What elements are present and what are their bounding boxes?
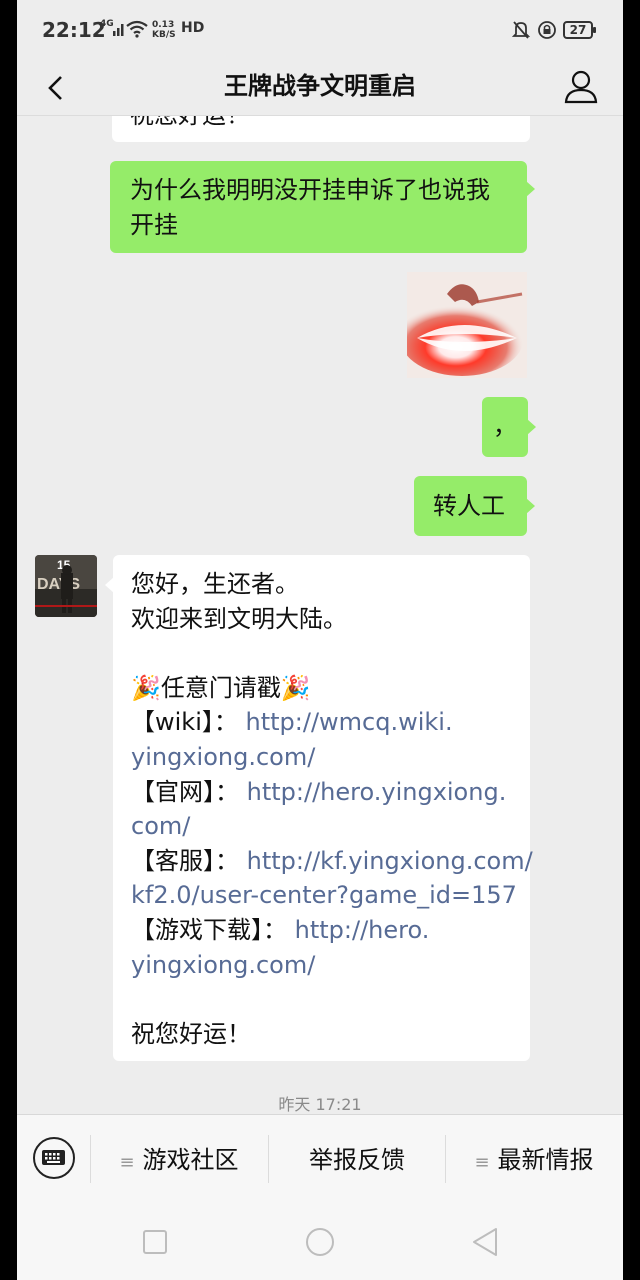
wiki-label: 【wiki】：	[131, 708, 238, 737]
cs-label: 【客服】：	[131, 846, 239, 875]
speed-value: 0.13	[152, 20, 175, 30]
reply-site-line-2: com/	[131, 809, 512, 844]
reply-closing: 祝您好运！	[131, 1019, 251, 1048]
download-label: 【游戏下载】：	[131, 915, 287, 944]
reply-cs-line: 【客服】： http://kf.yingxiong.com/	[131, 844, 533, 879]
system-navigation-bar	[17, 1204, 623, 1280]
official-site-link-cont[interactable]: com/	[131, 812, 190, 840]
back-triangle-icon[interactable]	[465, 1222, 505, 1262]
download-link-cont[interactable]: yingxiong.com/	[131, 951, 315, 979]
reply-wiki-line: 【wiki】： http://wmcq.wiki.	[131, 705, 512, 740]
wifi-icon	[126, 20, 148, 38]
reply-cs-line-2: kf2.0/user-center?game_id=157	[131, 878, 517, 913]
keyboard-icon	[42, 1150, 65, 1165]
submenu-icon: ≡	[119, 1152, 135, 1173]
avatar[interactable]: 15 DAYS	[35, 555, 97, 617]
reply-line: 您好，生还者。	[131, 570, 299, 598]
reply-dl-line: 【游戏下载】： http://hero.	[131, 913, 512, 948]
message-text-line: 开挂	[130, 211, 178, 239]
status-time: 22:12	[42, 18, 106, 42]
reply-line: 🎉任意门请戳🎉	[131, 673, 311, 702]
message-text: ，	[493, 412, 517, 440]
customer-service-link[interactable]: http://kf.yingxiong.com/	[247, 847, 533, 875]
network-speed: 0.13 KB/S	[152, 20, 176, 40]
status-bar: 22:12 4G 0.13 KB/S HD 27	[17, 0, 623, 60]
page-title: 王牌战争文明重启	[224, 72, 416, 100]
menu-label: 举报反馈	[309, 1146, 405, 1174]
battery-indicator: 27	[563, 21, 596, 39]
official-account-menu: ≡ 游戏社区 举报反馈 ≡ 最新情报	[17, 1114, 623, 1204]
rotation-lock-icon	[538, 21, 556, 39]
reply-line: 欢迎来到文明大陆。	[131, 604, 347, 633]
sent-sticker-image[interactable]	[407, 272, 527, 378]
download-link[interactable]: http://hero.	[295, 916, 430, 944]
wiki-link-cont[interactable]: yingxiong.com/	[131, 743, 315, 771]
menu-latest-news[interactable]: ≡ 最新情报	[446, 1135, 622, 1185]
back-icon[interactable]	[37, 68, 77, 108]
message-text-line: 为什么我明明没开挂申诉了也说我	[130, 176, 490, 204]
network-type: 4G	[100, 19, 114, 29]
hd-badge: HD	[181, 20, 205, 36]
official-site-link[interactable]: http://hero.yingxiong.	[247, 778, 507, 806]
wiki-link[interactable]: http://wmcq.wiki.	[246, 708, 453, 736]
recent-apps-icon[interactable]	[135, 1222, 175, 1262]
user-icon[interactable]	[561, 66, 601, 106]
title-bar: 王牌战争文明重启	[17, 60, 623, 116]
received-message-reply[interactable]: 您好，生还者。 欢迎来到文明大陆。 🎉任意门请戳🎉 【wiki】： http:/…	[105, 555, 533, 1061]
menu-label: 游戏社区	[142, 1146, 239, 1174]
bubble-tail	[105, 577, 114, 593]
chat-screen: 22:12 4G 0.13 KB/S HD 27 王牌战争文明重启 为什么我明明…	[17, 0, 623, 1280]
reply-blank	[131, 636, 512, 671]
menu-game-community[interactable]: ≡ 游戏社区	[91, 1135, 267, 1185]
bubble-tail	[526, 181, 535, 197]
reply-dl-line-2: yingxiong.com/	[131, 948, 512, 983]
submenu-icon: ≡	[474, 1152, 490, 1173]
home-icon[interactable]	[300, 1222, 340, 1262]
reply-wiki-line-2: yingxiong.com/	[131, 740, 512, 775]
mute-bell-icon	[512, 21, 530, 39]
message-list[interactable]: 祝您好运！ 为什么我明明没开挂申诉了也说我 开挂	[17, 116, 623, 1114]
bubble-tail	[526, 498, 535, 514]
sticker-image-icon	[407, 272, 527, 378]
speed-unit: KB/S	[152, 30, 176, 40]
reply-site-line: 【官网】： http://hero.yingxiong.	[131, 775, 512, 810]
bubble-tail	[527, 419, 536, 435]
keyboard-toggle-button[interactable]	[33, 1137, 75, 1179]
message-text: 转人工	[433, 492, 505, 520]
message-timestamp: 昨天 17:21	[278, 1095, 362, 1114]
game-avatar-icon: 15 DAYS	[35, 555, 97, 617]
signal-icon	[113, 24, 124, 36]
menu-label: 最新情报	[497, 1146, 594, 1174]
message-text: 祝您好运！	[130, 116, 250, 129]
sent-message-comma[interactable]: ，	[482, 397, 536, 457]
customer-service-link-cont[interactable]: kf2.0/user-center?game_id=157	[131, 881, 517, 909]
sent-message-transfer[interactable]: 转人工	[414, 476, 535, 536]
sent-message-question[interactable]: 为什么我明明没开挂申诉了也说我 开挂	[110, 161, 535, 253]
avatar-text-days: DAYS	[37, 576, 80, 593]
menu-report-feedback[interactable]: 举报反馈	[269, 1135, 445, 1185]
reply-blank	[131, 982, 512, 1017]
site-label: 【官网】：	[131, 777, 239, 806]
received-message-partial[interactable]: 祝您好运！	[112, 116, 530, 142]
